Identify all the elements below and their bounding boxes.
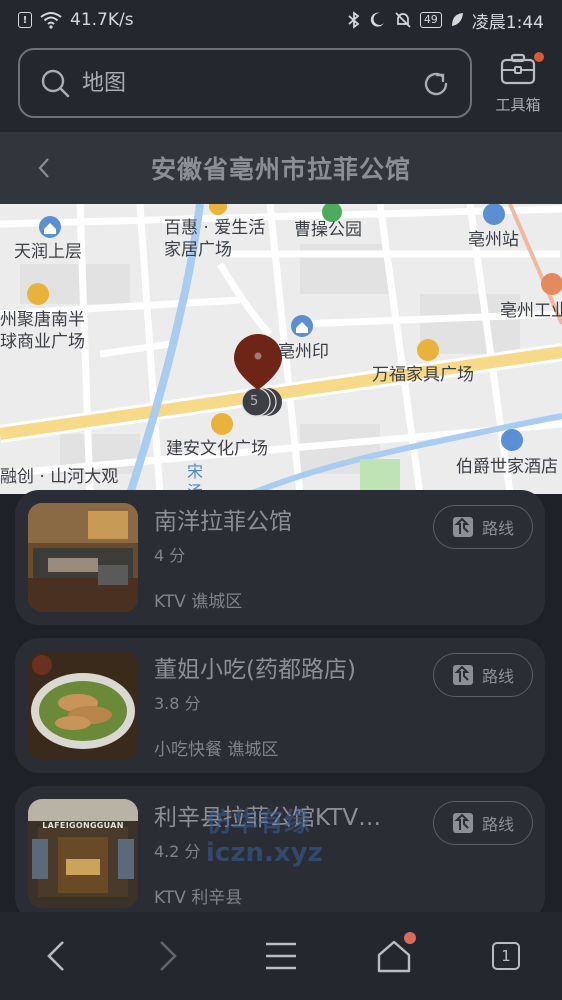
toolbox-label: 工具箱 [495, 96, 541, 114]
poi-baihui-line2: 家居广场 [164, 240, 232, 260]
river-label-char: 宋 [186, 462, 203, 481]
result-thumb-1 [28, 503, 138, 612]
storefront-photo [28, 799, 138, 908]
route-label: 路线 [481, 521, 514, 538]
poi-caocao-park-line1: 曹操公园 [294, 220, 362, 240]
search-input[interactable] [82, 70, 402, 96]
result-score: 4.2 分 [154, 842, 201, 861]
home-badge [404, 932, 416, 944]
mute-bell-icon [395, 12, 411, 28]
result-name[interactable]: 南洋拉菲公馆 [154, 502, 416, 536]
poi-jutang-line2: 球商业广场 [0, 332, 85, 352]
bluetooth-icon [348, 11, 360, 29]
result-thumb-3: LAFEIGONGGUAN [28, 799, 138, 908]
toolbox-button[interactable]: 工具箱 [490, 52, 546, 118]
location-pin-icon[interactable] [232, 332, 284, 394]
poi-tianrun[interactable]: 天润上层 [14, 241, 82, 263]
ktv-room-photo [28, 503, 138, 612]
title-bar: 安徽省亳州市拉菲公馆 [0, 132, 562, 204]
net-speed: 41.7K/s [70, 10, 134, 30]
result-card-1[interactable]: 南洋拉菲公馆 4 分 KTV 谯城区 路线 [15, 490, 545, 625]
result-score: 4 分 [154, 546, 186, 565]
route-icon [452, 517, 473, 537]
poi-rongchuang-line1: 融创 · 山河大观 [0, 467, 119, 487]
poi-rongchuang[interactable]: 融创 · 山河大观 [0, 466, 118, 488]
page-title: 安徽省亳州市拉菲公馆 [150, 155, 411, 184]
result-category: KTV 利辛县 [154, 888, 243, 908]
watermark: 仿华有缘 iczn.xyz [206, 808, 323, 868]
result-score: 3.8 分 [154, 694, 201, 713]
poi-tianrun-line1: 天润上层 [14, 242, 82, 262]
result-category: 小吃快餐 谯城区 [154, 740, 279, 760]
watermark-line1: 仿华有缘 [206, 808, 311, 838]
search-box[interactable] [18, 48, 472, 118]
briefcase-icon [500, 53, 536, 85]
map-view[interactable]: 5 百惠 · 爱生活 家居广场 曹操公园 天润上层 亳州站 州聚唐南半 球商业广场 … [0, 204, 562, 494]
poi-bozhouyin[interactable]: 亳州印 [278, 341, 329, 363]
back-arrow-icon [47, 941, 64, 971]
nav-home-button[interactable] [374, 932, 416, 976]
toolbox-badge [534, 52, 544, 62]
nav-back-button[interactable] [36, 936, 76, 976]
poi-bojue[interactable]: 伯爵世家酒店 [456, 456, 558, 478]
poi-bozhou-station-line1: 亳州站 [468, 230, 519, 250]
clock: 凌晨1:44 [471, 12, 544, 33]
route-icon [452, 813, 473, 833]
result-card-2[interactable]: 董姐小吃(药都路店) 3.8 分 小吃快餐 谯城区 路线 [15, 638, 545, 773]
poi-wanfu[interactable]: 万福家具广场 [372, 364, 474, 386]
poi-wanfu-line1: 万福家具广场 [372, 365, 474, 385]
poi-bozhou-gongye-line1: 亳州工业 [500, 301, 562, 321]
nav-menu-button[interactable] [261, 936, 301, 976]
search-header: 工具箱 [0, 40, 562, 132]
poi-jutang[interactable]: 州聚唐南半 球商业广场 [0, 309, 85, 353]
nav-tabs-button[interactable]: 1 [486, 936, 526, 976]
poi-jianan-line1: 建安文化广场 [166, 439, 268, 459]
search-icon [41, 69, 70, 98]
cluster-count[interactable]: 5 [250, 391, 258, 413]
refresh-icon[interactable] [422, 70, 450, 98]
bottom-nav: 1 [0, 912, 562, 1000]
status-bar: ! 41.7K/s 49 凌晨1:44 [0, 0, 562, 40]
poi-bozhou-gongye[interactable]: 亳州工业 [500, 300, 562, 322]
leaf-icon [451, 13, 463, 26]
poi-caocao-park[interactable]: 曹操公园 [294, 219, 362, 241]
store-sign: LAFEIGONGGUAN [42, 821, 124, 830]
result-category: KTV 谯城区 [154, 592, 243, 612]
route-label: 路线 [481, 817, 514, 834]
nav-forward-button[interactable] [148, 936, 188, 976]
tab-count: 1 [492, 942, 520, 970]
wifi-icon [40, 12, 62, 29]
route-button-1[interactable]: 路线 [433, 505, 533, 549]
notification-icon: ! [18, 12, 32, 28]
poi-bozhouyin-line1: 亳州印 [278, 342, 329, 362]
poi-jianan[interactable]: 建安文化广场 [166, 438, 268, 460]
home-icon [377, 940, 411, 973]
moon-icon [370, 12, 384, 27]
battery-icon: 49 [419, 12, 442, 28]
result-name[interactable]: 董姐小吃(药都路店) [154, 650, 416, 684]
food-photo [28, 651, 138, 760]
forward-arrow-icon [160, 941, 177, 971]
watermark-line2: iczn.xyz [206, 838, 323, 868]
poi-bozhou-station[interactable]: 亳州站 [468, 229, 519, 251]
back-chevron-icon[interactable] [34, 154, 54, 182]
route-button-2[interactable]: 路线 [433, 653, 533, 697]
poi-bojue-line1: 伯爵世家酒店 [456, 457, 558, 477]
poi-baihui[interactable]: 百惠 · 爱生活 家居广场 [164, 217, 265, 261]
menu-icon [266, 942, 296, 970]
poi-baihui-line1: 百惠 · 爱生活 [164, 218, 266, 238]
route-label: 路线 [481, 669, 514, 686]
result-thumb-2 [28, 651, 138, 760]
route-icon [452, 665, 473, 685]
route-button-3[interactable]: 路线 [433, 801, 533, 845]
poi-jutang-line1: 州聚唐南半 [0, 310, 85, 330]
